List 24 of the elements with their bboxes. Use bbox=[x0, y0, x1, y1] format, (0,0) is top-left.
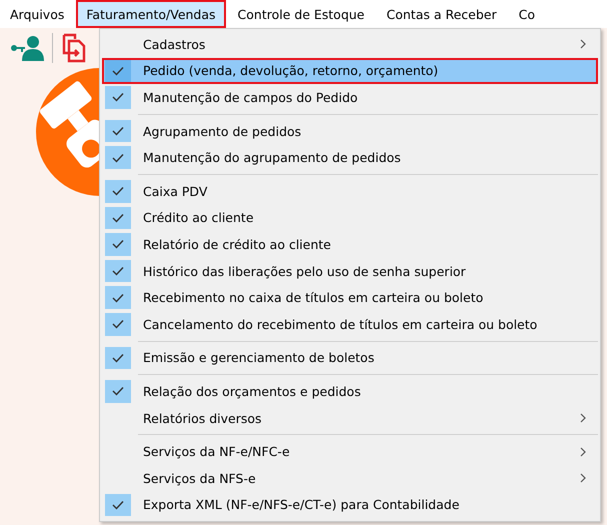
menu-item[interactable]: Recebimento no caixa de títulos em carteira ou boleto bbox=[102, 284, 598, 311]
menu-bar-item[interactable]: Faturamento/Vendas bbox=[76, 0, 226, 28]
menu-item[interactable]: Serviços da NF-e/NFC-e bbox=[102, 438, 598, 465]
menu-bar-item[interactable]: Co bbox=[508, 0, 546, 28]
user-key-icon[interactable] bbox=[10, 35, 44, 61]
menu-item[interactable]: Manutenção de campos do Pedido bbox=[102, 84, 598, 111]
menu-item[interactable]: Histórico das liberações pelo uso de senha superior bbox=[102, 258, 598, 284]
menu-item[interactable]: Relatórios diversos bbox=[102, 404, 598, 432]
menu-item[interactable]: Emissão e gerenciamento de boletos bbox=[102, 344, 598, 372]
menu-item[interactable]: Pedido (venda, devolução, retorno, orçamento) bbox=[102, 58, 598, 84]
menu-item[interactable]: Serviços da NFS-e bbox=[102, 464, 598, 492]
document-export-icon[interactable] bbox=[61, 33, 87, 63]
menu-item[interactable]: Exporta XML (NF-e/NFS-e/CT-e) para Contabilidade bbox=[102, 492, 598, 518]
menu-item[interactable]: Caixa PDV bbox=[102, 178, 598, 205]
menu-bar-item[interactable]: Arquivos bbox=[0, 0, 74, 28]
menu-item[interactable]: Relação dos orçamentos e pedidos bbox=[102, 378, 598, 405]
menu-item[interactable]: Crédito ao cliente bbox=[102, 204, 598, 232]
menu-item[interactable]: Relatório de crédito ao cliente bbox=[102, 231, 598, 258]
menu-bar-item[interactable]: Contas a Receber bbox=[376, 0, 507, 28]
menu-item[interactable]: Cadastros bbox=[102, 31, 598, 58]
menu-item[interactable]: Manutenção do agrupamento de pedidos bbox=[102, 144, 598, 171]
menu-bar-item[interactable]: Controle de Estoque bbox=[228, 0, 374, 28]
menu-item[interactable]: Agrupamento de pedidos bbox=[102, 118, 598, 144]
menu-item[interactable]: Cancelamento do recebimento de títulos em carteira ou boleto bbox=[102, 310, 598, 338]
